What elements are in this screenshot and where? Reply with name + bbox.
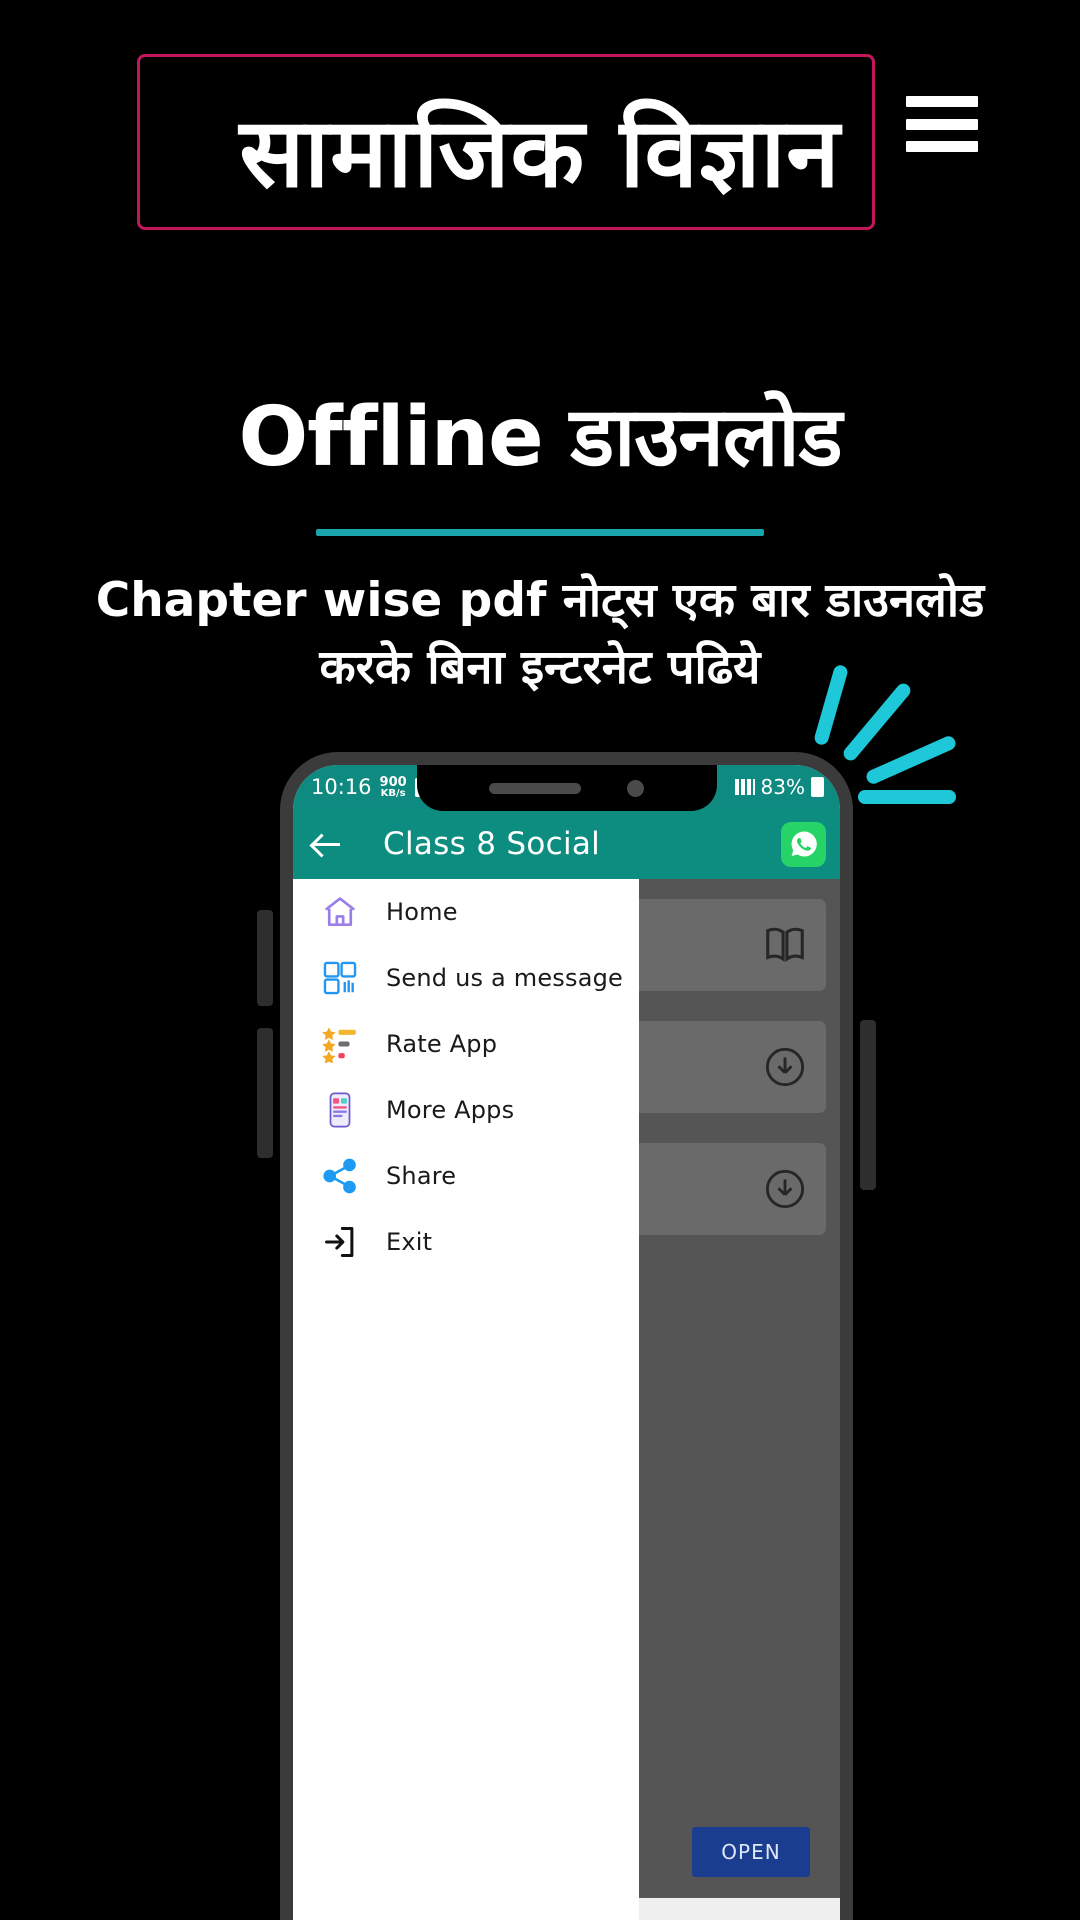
drawer-item-label: Exit	[386, 1228, 433, 1256]
drawer-item-label: Home	[386, 898, 458, 926]
earpiece-speaker	[489, 782, 581, 794]
status-bar-left: 10:16 900 KB/s	[293, 775, 432, 799]
more-apps-icon	[321, 1091, 359, 1129]
exit-icon	[321, 1223, 359, 1261]
drawer-item-label: Rate App	[386, 1030, 498, 1058]
phone-mockup: OPEN Home Send us a message Rate App Mor…	[280, 752, 853, 1920]
phone-notch	[416, 765, 717, 811]
status-data-rate: 900 KB/s	[380, 776, 407, 799]
status-time: 10:16	[311, 775, 372, 799]
drawer-item-label: Send us a message	[386, 964, 624, 992]
hamburger-bar-1	[906, 96, 978, 107]
promo-screen: सामाजिक विज्ञान Offline डाउनलोड Chapter …	[0, 0, 1080, 1920]
drawer-item-send-us-a-message[interactable]: Send us a message	[293, 945, 639, 1011]
status-battery-percent: 83%	[760, 775, 805, 799]
phone-side-button-volume-down	[257, 1028, 273, 1158]
heading-divider	[316, 529, 764, 536]
navigation-drawer: Home Send us a message Rate App More App…	[293, 879, 639, 1920]
share-icon	[321, 1157, 359, 1195]
status-data-rate-unit: KB/s	[380, 787, 406, 799]
home-icon	[321, 893, 359, 931]
download-icon	[765, 1047, 805, 1087]
front-camera	[627, 779, 644, 797]
hamburger-bar-3	[906, 141, 978, 152]
app-bar: Class 8 Social	[293, 809, 840, 879]
burst-ray-1	[812, 663, 850, 747]
drawer-item-exit[interactable]: Exit	[293, 1209, 639, 1275]
page-heading: Offline डाउनलोड	[238, 390, 842, 485]
burst-ray-3	[864, 734, 958, 786]
signal-bars-icon	[734, 779, 755, 795]
drawer-item-label: More Apps	[386, 1096, 515, 1124]
hamburger-icon[interactable]	[906, 96, 978, 152]
drawer-item-home[interactable]: Home	[293, 879, 639, 945]
battery-icon	[811, 777, 824, 797]
phone-side-button-power	[860, 1020, 876, 1190]
whatsapp-glyph	[791, 831, 817, 857]
app-bar-title: Class 8 Social	[383, 826, 601, 862]
drawer-item-share[interactable]: Share	[293, 1143, 639, 1209]
drawer-item-more-apps[interactable]: More Apps	[293, 1077, 639, 1143]
burst-ray-2	[840, 680, 914, 764]
back-arrow-icon[interactable]	[307, 824, 347, 864]
phone-screen: OPEN Home Send us a message Rate App Mor…	[293, 765, 840, 1920]
download-icon	[765, 1169, 805, 1209]
drawer-item-rate-app[interactable]: Rate App	[293, 1011, 639, 1077]
hamburger-bar-2	[906, 118, 978, 130]
burst-ray-4	[858, 790, 956, 804]
book-icon	[766, 927, 804, 962]
whatsapp-icon[interactable]	[781, 821, 826, 867]
open-button[interactable]: OPEN	[692, 1827, 810, 1877]
phone-side-button-volume-up	[257, 910, 273, 1006]
drawer-item-label: Share	[386, 1162, 457, 1190]
status-bar-right: 83%	[734, 775, 840, 799]
contact-message-icon	[321, 959, 359, 997]
rate-star-icon	[321, 1025, 359, 1063]
